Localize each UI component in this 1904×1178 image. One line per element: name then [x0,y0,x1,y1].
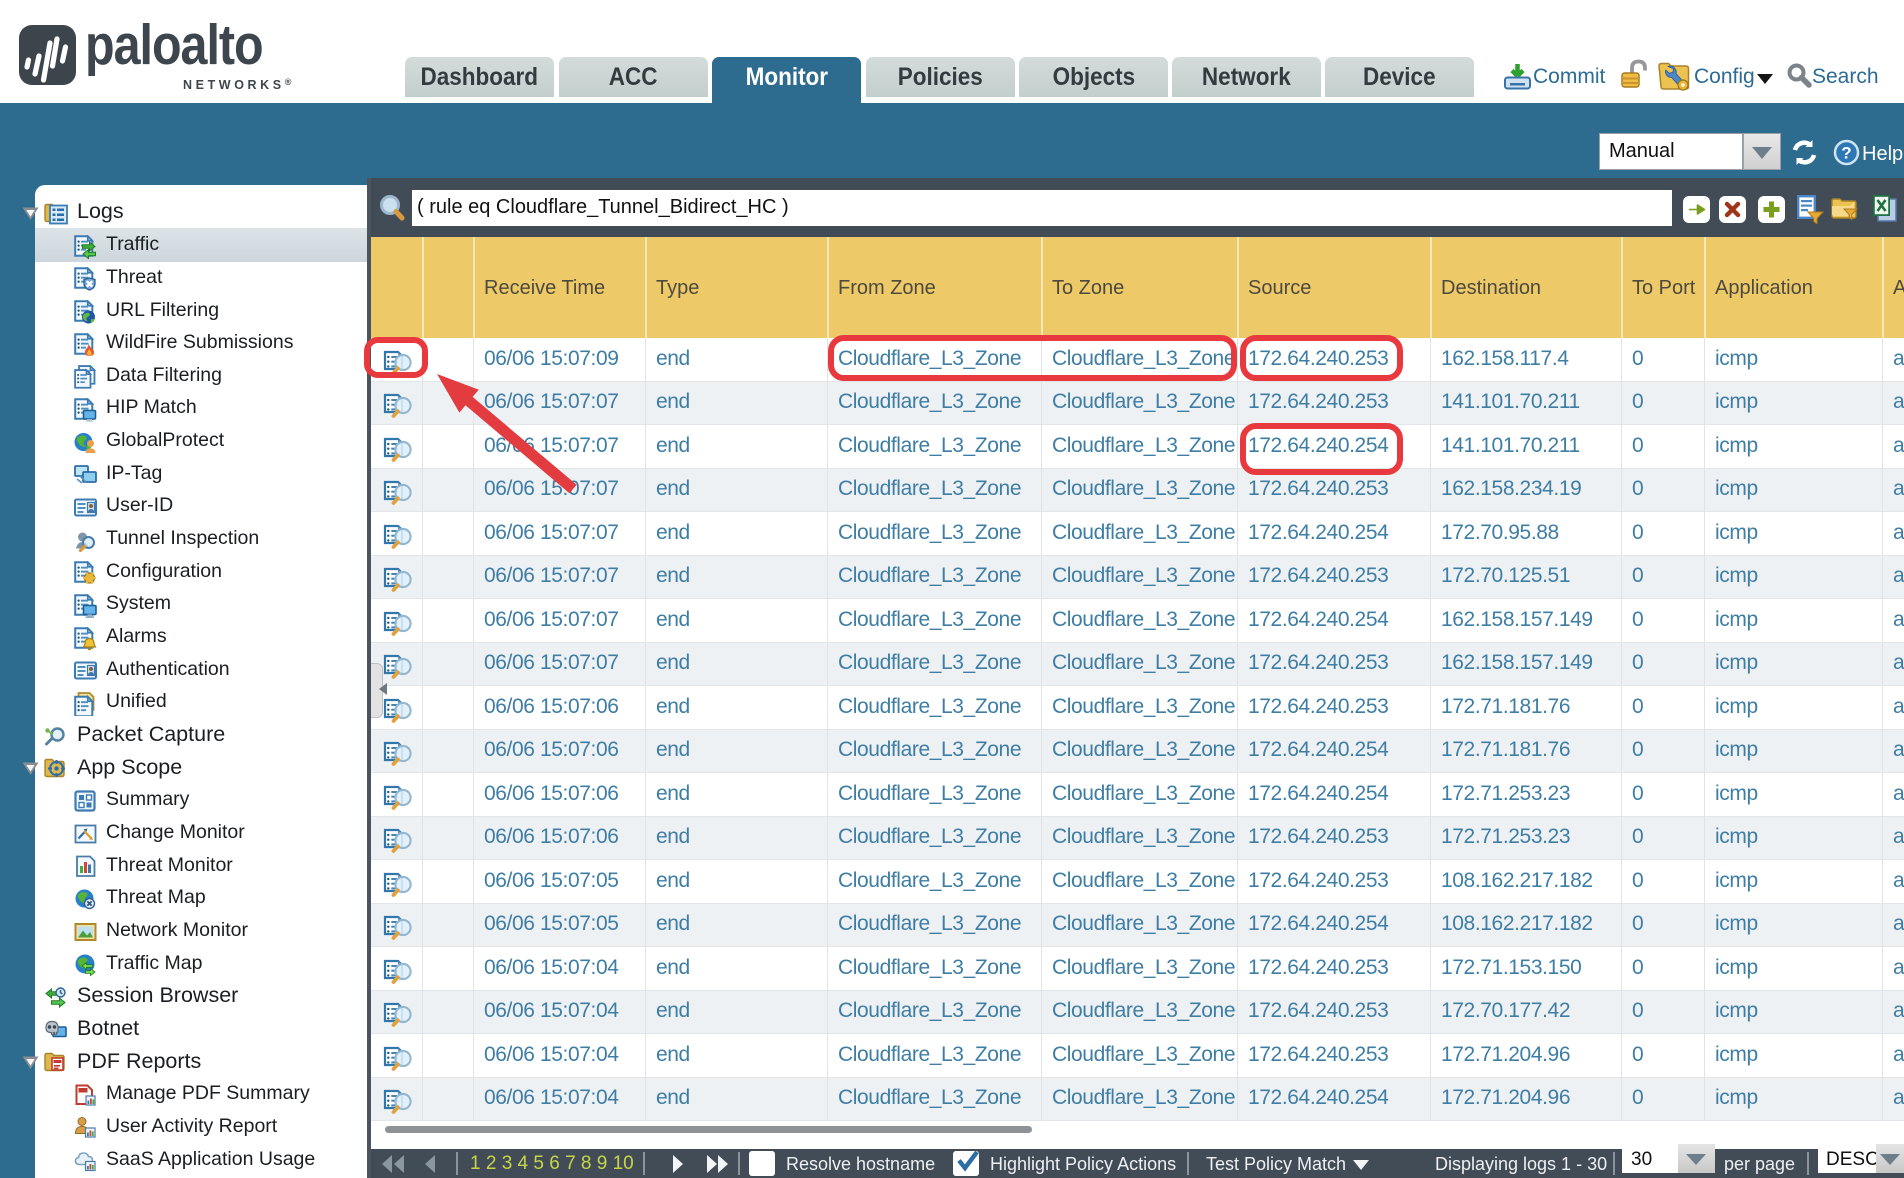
svg-text:?: ? [1841,144,1851,163]
